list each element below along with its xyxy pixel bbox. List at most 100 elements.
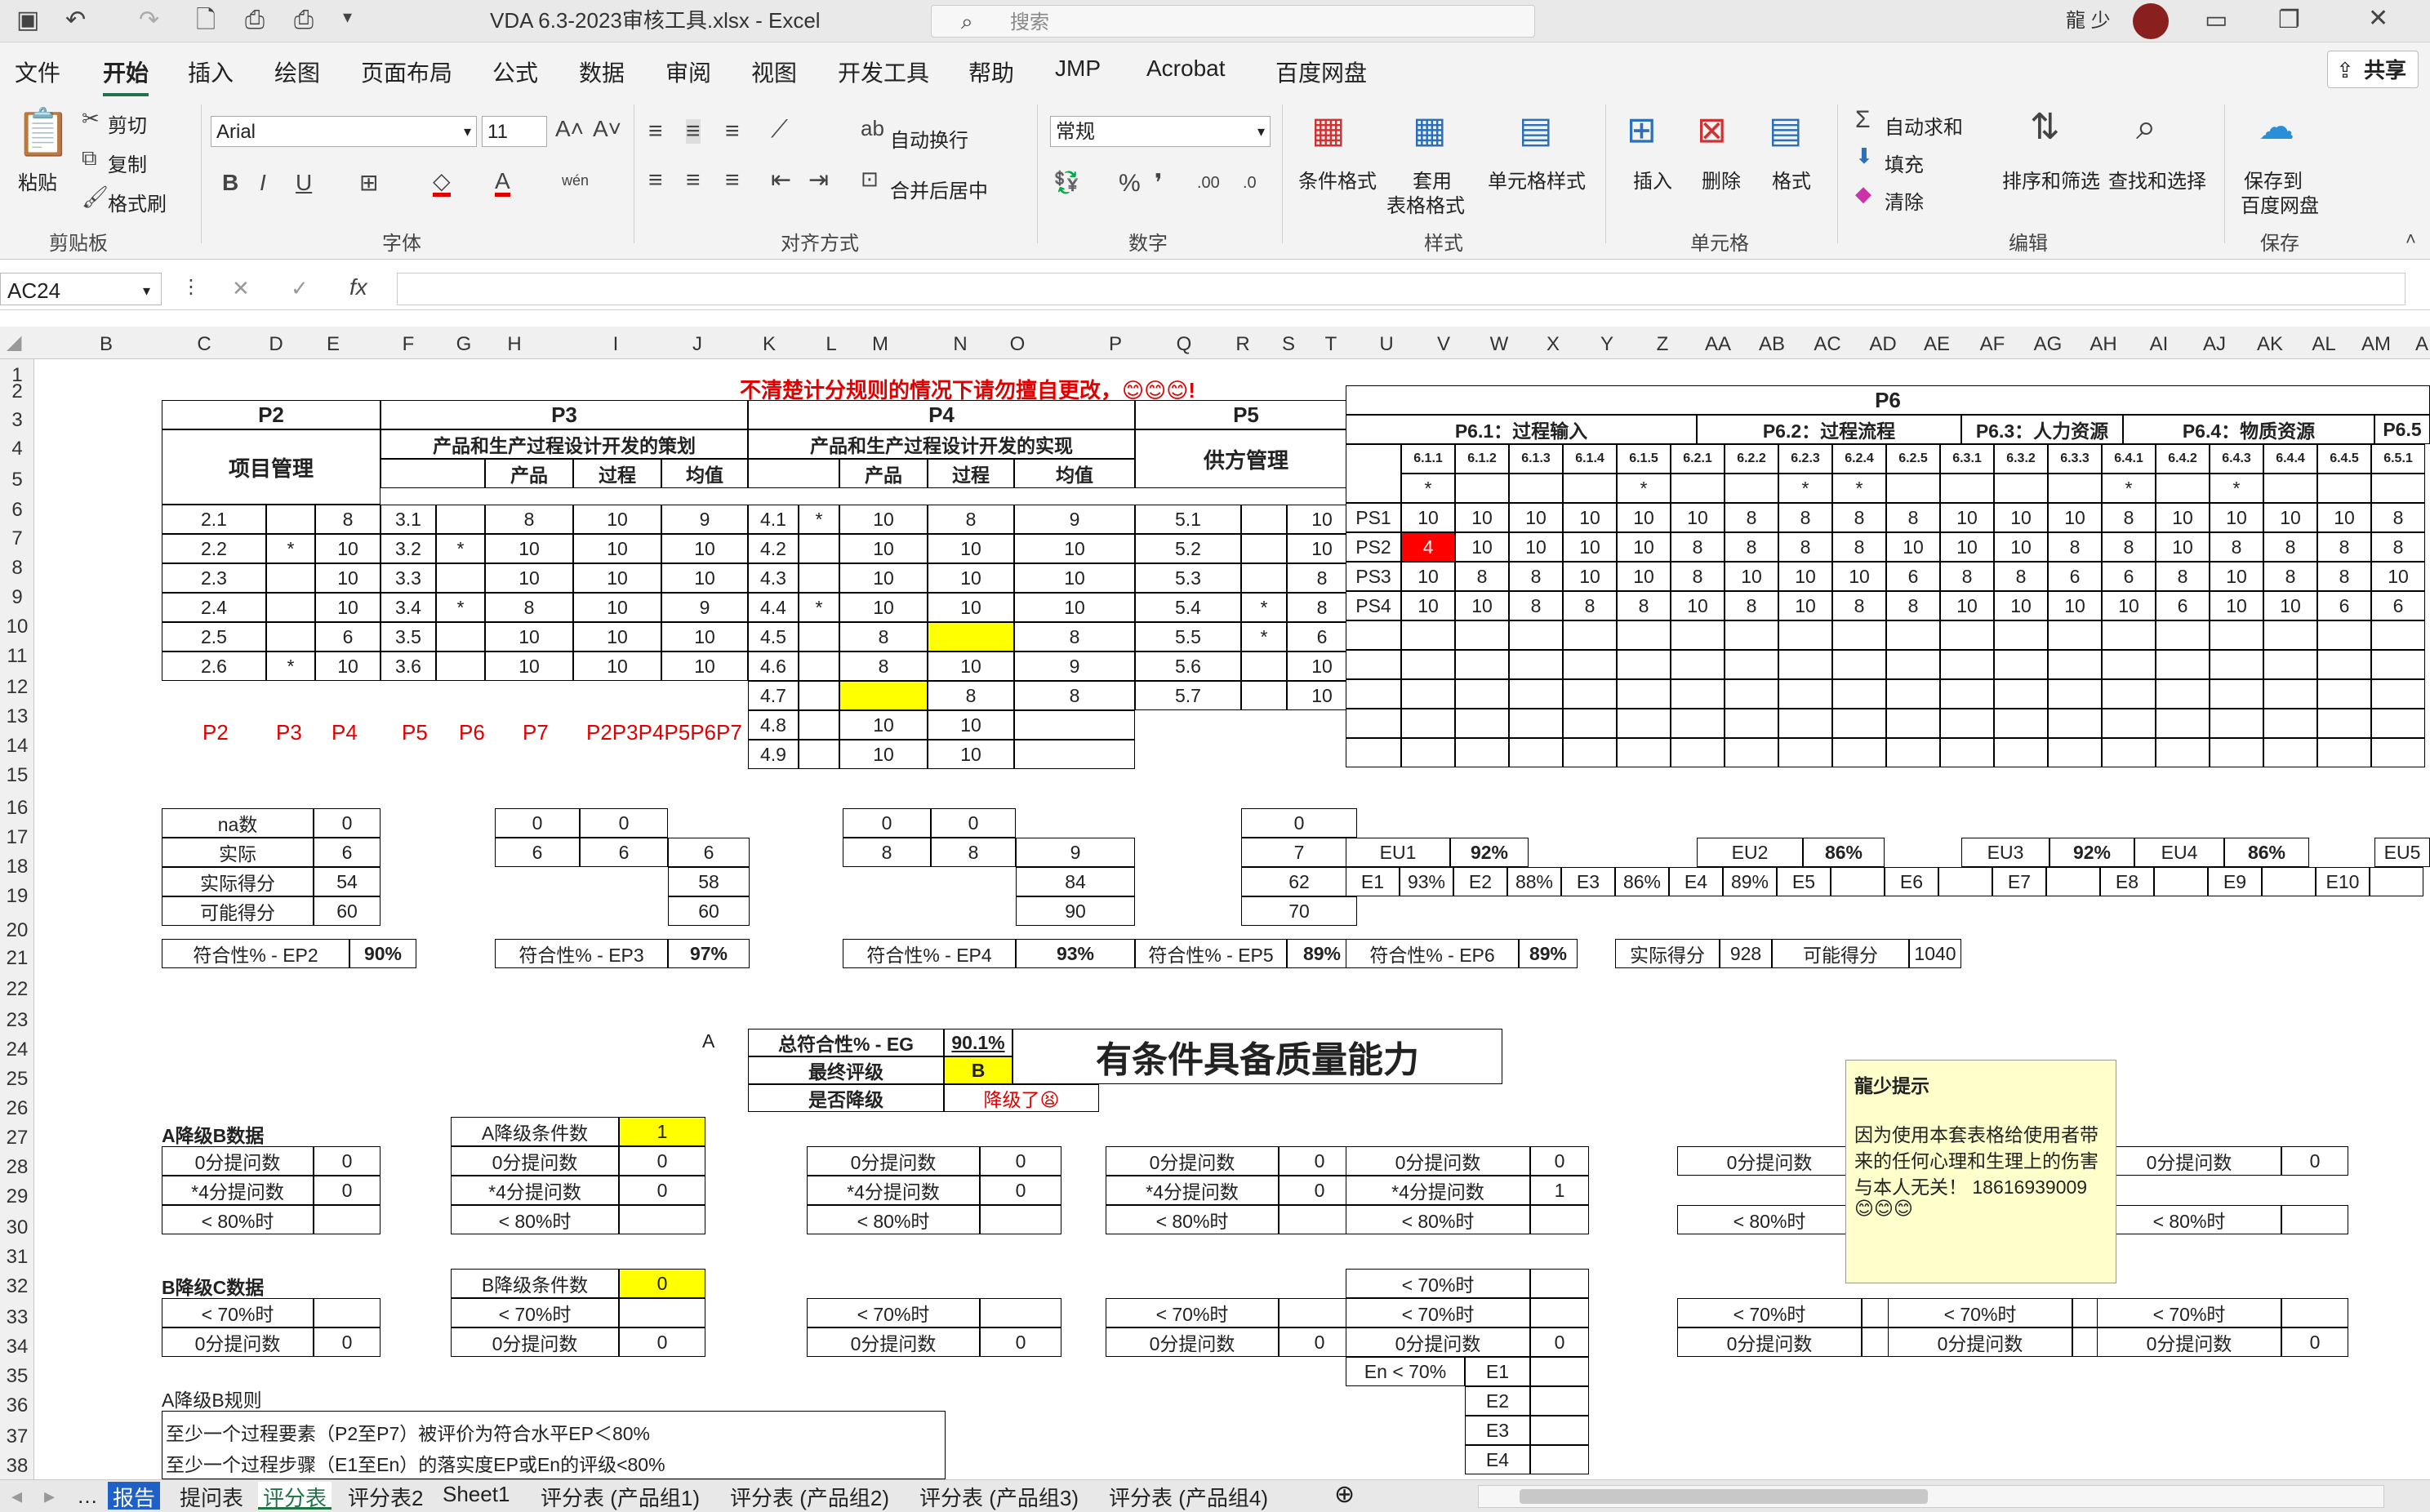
menu-draw[interactable]: 绘图 — [274, 56, 320, 88]
column-header[interactable]: Y — [1582, 333, 1631, 356]
align-top-icon[interactable]: ≡ — [648, 119, 663, 144]
column-header[interactable]: AG — [2023, 333, 2072, 356]
collapse-ribbon-icon[interactable]: ˄ — [2406, 230, 2416, 248]
row-header[interactable]: 38 — [0, 1455, 34, 1478]
column-header[interactable]: AL — [2299, 333, 2348, 356]
sheet-tab[interactable]: 评分表 (产品组2) — [725, 1482, 894, 1510]
column-header[interactable]: N — [936, 333, 985, 356]
row-header[interactable]: 18 — [0, 856, 34, 878]
search-box[interactable]: ⌕ 搜索 — [931, 5, 1535, 38]
font-name-select[interactable]: Arial ▾ — [211, 116, 477, 147]
row-header[interactable]: 9 — [0, 586, 34, 609]
column-header[interactable]: E — [309, 333, 358, 356]
menu-insert[interactable]: 插入 — [188, 56, 234, 88]
row-header[interactable]: 27 — [0, 1127, 34, 1150]
menu-page-layout[interactable]: 页面布局 — [361, 56, 452, 88]
menu-review[interactable]: 审阅 — [665, 56, 711, 88]
row-header[interactable]: 14 — [0, 735, 34, 758]
increase-indent-icon[interactable]: ⇥ — [808, 168, 829, 193]
prev-sheet-icon[interactable]: ◂ — [11, 1483, 22, 1509]
row-header[interactable]: 37 — [0, 1425, 34, 1448]
row-header[interactable]: 30 — [0, 1216, 34, 1239]
row-header[interactable]: 2 — [0, 380, 34, 403]
number-format-select[interactable]: 常规 ▾ — [1050, 116, 1271, 147]
percent-icon[interactable]: % — [1119, 171, 1141, 196]
wrap-text-button[interactable]: 自动换行 — [890, 124, 968, 153]
column-header[interactable]: O — [993, 333, 1042, 356]
row-header[interactable]: 35 — [0, 1365, 34, 1388]
column-header[interactable]: AB — [1747, 333, 1796, 356]
user-name[interactable]: 龍 少 — [2066, 11, 2111, 31]
avatar[interactable] — [2133, 3, 2169, 39]
autosum-button[interactable]: 自动求和 — [1885, 111, 1963, 140]
paste-icon[interactable]: 📋 — [15, 109, 72, 155]
restore-icon[interactable]: ❐ — [2278, 8, 2300, 33]
row-header[interactable]: 7 — [0, 527, 34, 550]
horizontal-scrollbar[interactable] — [1478, 1485, 2384, 1508]
column-header[interactable]: B — [82, 333, 131, 356]
column-header[interactable]: M — [856, 333, 905, 356]
row-header[interactable]: 11 — [0, 645, 34, 668]
cancel-icon[interactable]: ✕ — [232, 278, 250, 299]
row-header[interactable]: 10 — [0, 616, 34, 638]
column-header[interactable]: L — [807, 333, 856, 356]
column-header[interactable]: V — [1419, 333, 1468, 356]
cut-button[interactable]: 剪切 — [108, 109, 147, 138]
row-header[interactable]: 25 — [0, 1068, 34, 1091]
row-header[interactable]: 16 — [0, 797, 34, 820]
row-header[interactable]: 32 — [0, 1275, 34, 1298]
align-center-icon[interactable]: ≡ — [686, 168, 701, 193]
column-header[interactable]: C — [180, 333, 229, 356]
decrease-font-icon[interactable]: A˅ — [593, 118, 621, 140]
scrollbar-thumb[interactable] — [1520, 1489, 1928, 1504]
row-header[interactable]: 31 — [0, 1246, 34, 1269]
sheet-tab[interactable]: 评分表 — [258, 1482, 332, 1510]
undo-icon[interactable]: ↶ — [65, 8, 86, 33]
column-header[interactable]: AI — [2134, 333, 2183, 356]
sort-filter-button[interactable]: 排序和筛选 — [2002, 165, 2100, 193]
column-header[interactable]: AC — [1803, 333, 1852, 356]
column-header[interactable]: T — [1306, 333, 1355, 356]
column-header[interactable]: AH — [2079, 333, 2128, 356]
row-header[interactable]: 22 — [0, 978, 34, 1001]
column-header[interactable]: D — [251, 333, 300, 356]
menu-baidu[interactable]: 百度网盘 — [1275, 56, 1367, 88]
row-header[interactable]: 34 — [0, 1336, 34, 1359]
decrease-indent-icon[interactable]: ⇤ — [771, 168, 791, 193]
column-header[interactable]: AM — [2352, 333, 2401, 356]
increase-font-icon[interactable]: A˄ — [555, 118, 584, 140]
column-header[interactable]: I — [591, 333, 640, 356]
share-button[interactable]: ⇪ 共享 — [2327, 51, 2419, 88]
column-header[interactable]: H — [490, 333, 539, 356]
row-header[interactable]: 6 — [0, 499, 34, 522]
select-all-icon[interactable]: ◢ — [7, 333, 21, 353]
menu-help[interactable]: 帮助 — [968, 56, 1014, 88]
find-select-button[interactable]: 查找和选择 — [2108, 165, 2206, 193]
orientation-icon[interactable]: ⟋ — [771, 118, 788, 142]
row-header[interactable]: 20 — [0, 919, 34, 942]
conditional-format-button[interactable]: 条件格式 — [1298, 165, 1377, 193]
font-size-select[interactable]: 11 — [482, 116, 547, 147]
column-header[interactable]: K — [745, 333, 794, 356]
column-header[interactable]: AJ — [2190, 333, 2239, 356]
paste-button[interactable]: 粘贴 — [18, 167, 57, 195]
sheet-tab[interactable]: 评分表2 — [343, 1482, 428, 1510]
save-icon[interactable]: ▣ — [16, 8, 39, 33]
sheet-tab[interactable]: 评分表 (产品组3) — [915, 1482, 1084, 1510]
font-color-icon[interactable]: A — [495, 170, 510, 197]
menu-file[interactable]: 文件 — [15, 56, 60, 88]
decrease-decimal-icon[interactable]: .0 — [1243, 175, 1257, 191]
row-header[interactable]: 12 — [0, 676, 34, 699]
menu-formulas[interactable]: 公式 — [492, 56, 538, 88]
new-file-icon[interactable]: 🗋 — [196, 8, 216, 33]
redo-icon[interactable]: ↷ — [139, 8, 159, 33]
row-header[interactable]: 24 — [0, 1038, 34, 1061]
print-preview-icon[interactable]: ⎙ — [245, 8, 265, 33]
fill-button[interactable]: 填充 — [1885, 149, 1924, 177]
column-header[interactable]: X — [1529, 333, 1578, 356]
sheet-tab[interactable]: 评分表 (产品组1) — [536, 1482, 705, 1510]
row-header[interactable]: 28 — [0, 1156, 34, 1179]
italic-icon[interactable]: I — [260, 171, 266, 194]
menu-acrobat[interactable]: Acrobat — [1146, 56, 1226, 82]
customize-toolbar-icon[interactable]: ▾ — [343, 8, 352, 26]
